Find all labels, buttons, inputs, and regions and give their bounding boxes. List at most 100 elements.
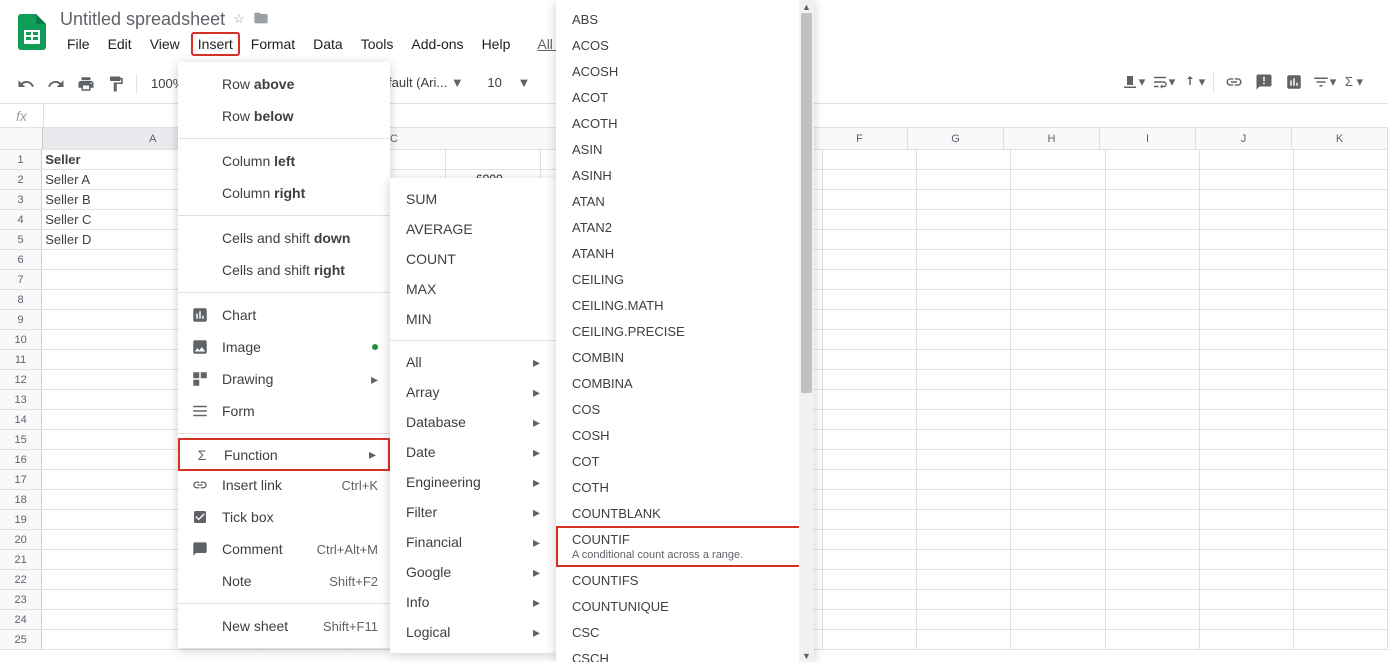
fn-logical[interactable]: Logical▸ [390, 617, 556, 647]
insert-drawing[interactable]: Drawing▸ [178, 363, 390, 395]
fn-filter[interactable]: Filter▸ [390, 497, 556, 527]
cell[interactable] [1294, 270, 1388, 289]
menu-tools[interactable]: Tools [354, 32, 401, 56]
link-button[interactable] [1220, 68, 1248, 96]
fn-abs[interactable]: ABS [556, 6, 814, 32]
fn-countblank[interactable]: COUNTBLANK [556, 500, 814, 526]
cell[interactable] [1200, 390, 1294, 409]
insert-chart[interactable]: Chart [178, 299, 390, 331]
cell[interactable] [1200, 250, 1294, 269]
insert-note[interactable]: NoteShift+F2 [178, 565, 390, 597]
row-header-7[interactable]: 7 [0, 270, 42, 289]
cell[interactable] [1106, 370, 1200, 389]
fn-financial[interactable]: Financial▸ [390, 527, 556, 557]
cell[interactable] [917, 510, 1011, 529]
cell[interactable] [1106, 330, 1200, 349]
cell[interactable] [1106, 470, 1200, 489]
cell[interactable] [823, 610, 917, 629]
insert-row-above[interactable]: Row above [178, 68, 390, 100]
row-header-12[interactable]: 12 [0, 370, 42, 389]
row-header-9[interactable]: 9 [0, 310, 42, 329]
cell[interactable] [823, 290, 917, 309]
cell[interactable] [917, 470, 1011, 489]
cell[interactable] [1200, 270, 1294, 289]
cell[interactable] [917, 310, 1011, 329]
cell[interactable] [917, 270, 1011, 289]
paint-format-button[interactable] [102, 70, 130, 98]
valign-button[interactable]: ▾ [1119, 68, 1147, 96]
cell[interactable] [917, 350, 1011, 369]
cell[interactable] [1200, 550, 1294, 569]
undo-button[interactable] [12, 70, 40, 98]
cell[interactable] [823, 450, 917, 469]
cell[interactable] [823, 410, 917, 429]
cell[interactable] [917, 450, 1011, 469]
row-header-24[interactable]: 24 [0, 610, 42, 629]
fn-acos[interactable]: ACOS [556, 32, 814, 58]
cell[interactable] [1200, 210, 1294, 229]
cell[interactable] [1294, 410, 1388, 429]
select-all-corner[interactable] [0, 128, 43, 149]
cell[interactable] [1294, 510, 1388, 529]
cell[interactable] [823, 170, 917, 189]
cell[interactable] [1106, 410, 1200, 429]
row-header-4[interactable]: 4 [0, 210, 42, 229]
cell[interactable] [1106, 550, 1200, 569]
cell[interactable] [917, 150, 1011, 169]
cell[interactable] [1200, 350, 1294, 369]
cell[interactable] [1200, 430, 1294, 449]
col-header-h[interactable]: H [1004, 128, 1100, 149]
cell[interactable] [823, 230, 917, 249]
fn-array[interactable]: Array▸ [390, 377, 556, 407]
functions-button[interactable]: Σ ▾ [1340, 68, 1368, 96]
cell[interactable] [917, 410, 1011, 429]
cell[interactable] [1106, 630, 1200, 649]
fn-acoth[interactable]: ACOTH [556, 110, 814, 136]
cell[interactable] [1011, 190, 1105, 209]
cell[interactable] [917, 330, 1011, 349]
row-header-22[interactable]: 22 [0, 570, 42, 589]
cell[interactable] [1011, 570, 1105, 589]
insert-row-below[interactable]: Row below [178, 100, 390, 132]
cell[interactable] [917, 370, 1011, 389]
insert-form[interactable]: Form [178, 395, 390, 427]
cell[interactable] [1106, 610, 1200, 629]
fn-date[interactable]: Date▸ [390, 437, 556, 467]
menu-file[interactable]: File [60, 32, 97, 56]
chart-button[interactable] [1280, 68, 1308, 96]
cell[interactable] [1106, 570, 1200, 589]
scroll-up-icon[interactable]: ▲ [799, 0, 814, 13]
fn-engineering[interactable]: Engineering▸ [390, 467, 556, 497]
fn-min[interactable]: MIN [390, 304, 556, 334]
fn-combina[interactable]: COMBINA [556, 370, 814, 396]
cell[interactable] [917, 230, 1011, 249]
comment-button[interactable] [1250, 68, 1278, 96]
cell[interactable] [917, 190, 1011, 209]
cell[interactable] [1200, 570, 1294, 589]
row-header-2[interactable]: 2 [0, 170, 42, 189]
insert-function[interactable]: ΣFunction▸ [178, 438, 390, 471]
menu-insert[interactable]: Insert [191, 32, 240, 56]
cell[interactable] [1011, 630, 1105, 649]
fn-asinh[interactable]: ASINH [556, 162, 814, 188]
cell[interactable] [1200, 490, 1294, 509]
fn-csch[interactable]: CSCH [556, 645, 814, 662]
cell[interactable] [823, 370, 917, 389]
insert-col-right[interactable]: Column right [178, 177, 390, 209]
cell[interactable] [1106, 590, 1200, 609]
cell[interactable] [1294, 450, 1388, 469]
cell[interactable] [823, 630, 917, 649]
cell[interactable] [1294, 470, 1388, 489]
cell[interactable] [1294, 310, 1388, 329]
cell[interactable] [1011, 490, 1105, 509]
fn-atan2[interactable]: ATAN2 [556, 214, 814, 240]
insert-image[interactable]: Image [178, 331, 390, 363]
cell[interactable] [1011, 210, 1105, 229]
cell[interactable] [1106, 170, 1200, 189]
fn-countunique[interactable]: COUNTUNIQUE [556, 593, 814, 619]
star-icon[interactable]: ☆ [233, 11, 245, 27]
cell[interactable] [1011, 610, 1105, 629]
cell[interactable] [1106, 490, 1200, 509]
fn-csc[interactable]: CSC [556, 619, 814, 645]
cell[interactable] [823, 250, 917, 269]
